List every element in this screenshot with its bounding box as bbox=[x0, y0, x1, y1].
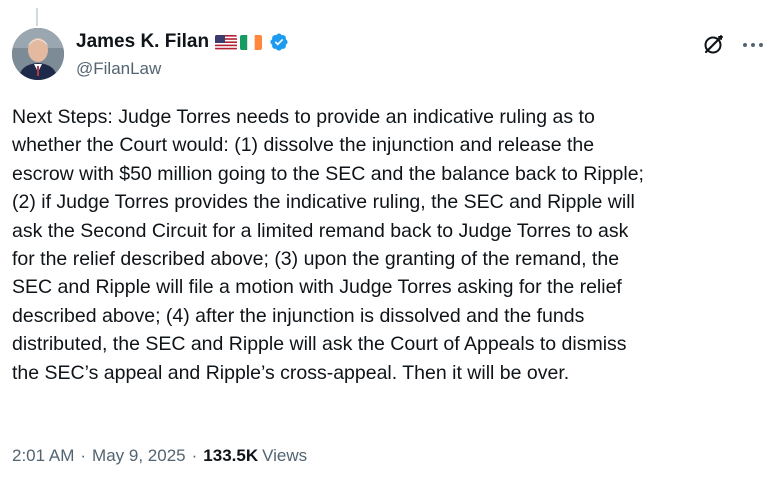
us-flag-icon bbox=[215, 34, 238, 50]
meta-separator: · bbox=[80, 446, 87, 465]
views-count[interactable]: 133.5K bbox=[203, 446, 258, 466]
avatar[interactable] bbox=[12, 28, 64, 80]
ireland-flag-icon bbox=[240, 34, 263, 50]
tweet-time[interactable]: 2:01 AM bbox=[12, 446, 74, 466]
thread-connector-line bbox=[36, 8, 38, 26]
meta-separator: · bbox=[191, 446, 198, 465]
tweet-text: Next Steps: Judge Torres needs to provid… bbox=[12, 106, 644, 384]
verified-badge-icon[interactable] bbox=[269, 32, 289, 52]
tweet-date[interactable]: May 9, 2025 bbox=[92, 446, 186, 466]
name-row: James K. Filan bbox=[76, 30, 289, 54]
tweet-meta: 2:01 AM · May 9, 2025 · 133.5K Views bbox=[12, 446, 307, 466]
more-options-icon[interactable] bbox=[740, 32, 766, 58]
display-name[interactable]: James K. Filan bbox=[76, 31, 209, 53]
views-label: Views bbox=[262, 446, 308, 465]
grok-icon[interactable] bbox=[702, 34, 724, 56]
author-info: James K. Filan @FilanLaw bbox=[76, 30, 289, 79]
author-handle[interactable]: @FilanLaw bbox=[76, 59, 289, 79]
tweet-header: James K. Filan @FilanLaw bbox=[12, 28, 768, 84]
